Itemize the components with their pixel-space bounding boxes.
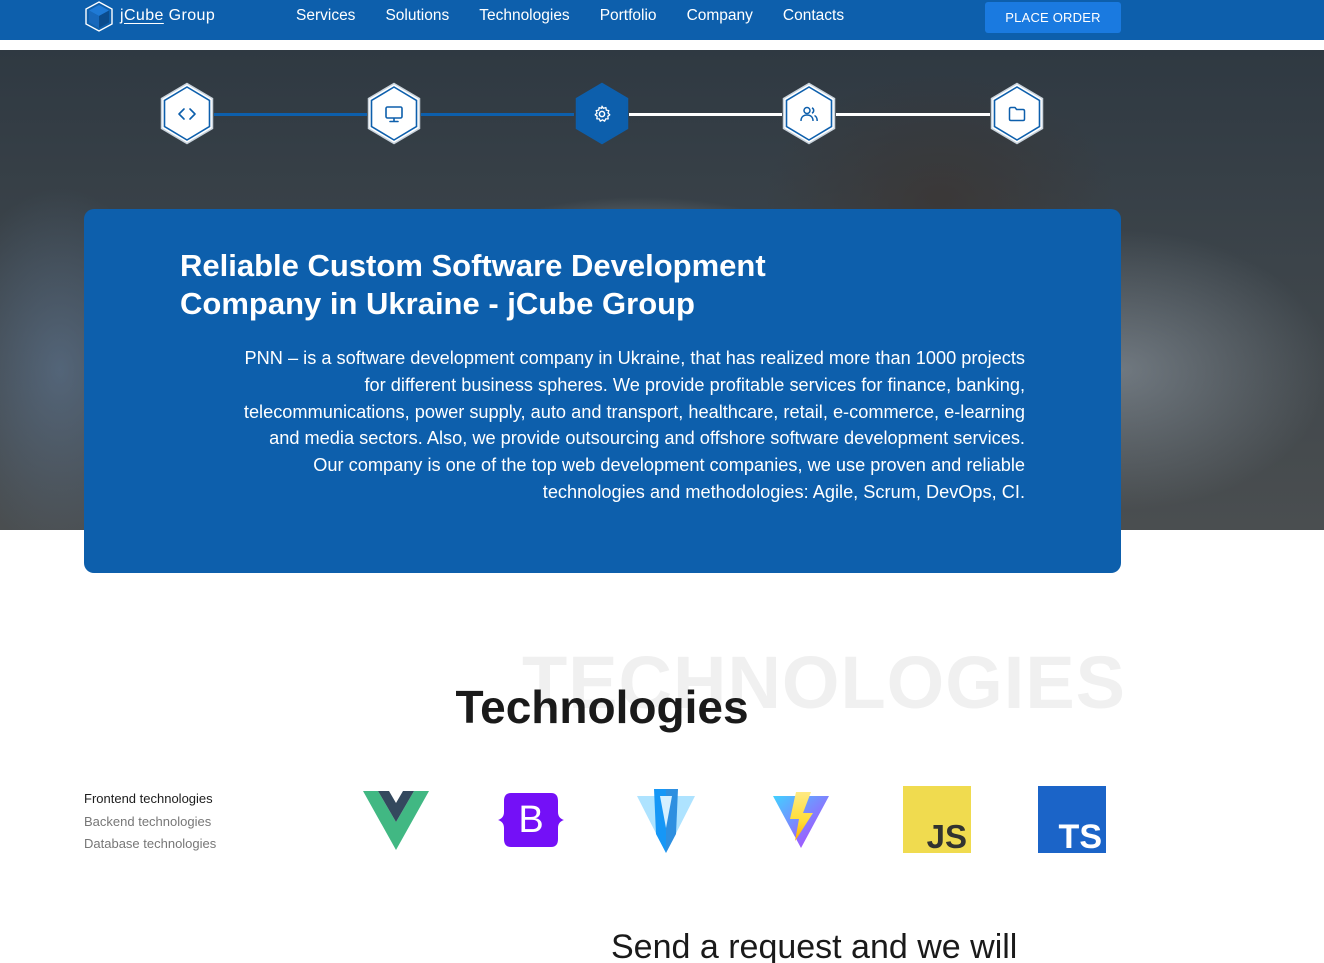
timeline-connector bbox=[214, 113, 367, 116]
main-nav: Services Solutions Technologies Portfoli… bbox=[296, 7, 874, 25]
svg-text:B: B bbox=[518, 799, 543, 841]
nav-company[interactable]: Company bbox=[687, 7, 753, 25]
svg-text:JS: JS bbox=[927, 818, 967, 854]
tab-database[interactable]: Database technologies bbox=[84, 833, 216, 856]
timeline-step-design[interactable] bbox=[367, 82, 421, 145]
bootstrap-logo-icon: B bbox=[497, 786, 565, 854]
nav-portfolio[interactable]: Portfolio bbox=[600, 7, 657, 25]
nav-services[interactable]: Services bbox=[296, 7, 355, 25]
nav-technologies[interactable]: Technologies bbox=[479, 7, 569, 25]
vue-logo-icon bbox=[362, 786, 430, 854]
nav-solutions[interactable]: Solutions bbox=[385, 7, 449, 25]
hero-title: Reliable Custom Software Development Comp… bbox=[180, 248, 766, 321]
timeline-step-settings[interactable] bbox=[575, 82, 629, 145]
site-logo[interactable]: jCube Group bbox=[85, 0, 216, 32]
vite-logo-icon bbox=[767, 786, 835, 854]
hero-description: PNN – is a software development company … bbox=[243, 348, 1025, 502]
top-header: jCube Group Services Solutions Technolog… bbox=[0, 0, 1324, 40]
svg-text:TS: TS bbox=[1059, 818, 1102, 854]
timeline-step-development[interactable] bbox=[160, 82, 214, 145]
request-title: Send a request and we will bbox=[611, 928, 1018, 963]
timeline-step-team[interactable] bbox=[782, 82, 836, 145]
timeline-connector bbox=[836, 113, 990, 116]
technologies-title: Technologies bbox=[455, 681, 749, 733]
tab-frontend[interactable]: Frontend technologies bbox=[84, 788, 216, 811]
timeline-connector bbox=[421, 113, 574, 116]
javascript-logo-icon: JS bbox=[903, 786, 971, 855]
technology-tabs: Frontend technologies Backend technologi… bbox=[84, 788, 216, 856]
hero-card: Reliable Custom Software Development Comp… bbox=[84, 209, 1121, 573]
tab-backend[interactable]: Backend technologies bbox=[84, 811, 216, 834]
typescript-logo-icon: TS bbox=[1038, 786, 1106, 856]
logo-text: jCube Group bbox=[120, 7, 216, 24]
cube-logo-icon bbox=[85, 0, 113, 32]
process-timeline bbox=[160, 82, 1046, 146]
timeline-connector bbox=[629, 113, 782, 116]
timeline-step-portfolio[interactable] bbox=[990, 82, 1044, 145]
vuetify-logo-icon bbox=[632, 786, 700, 854]
nav-contacts[interactable]: Contacts bbox=[783, 7, 844, 25]
place-order-button[interactable]: PLACE ORDER bbox=[985, 2, 1121, 33]
